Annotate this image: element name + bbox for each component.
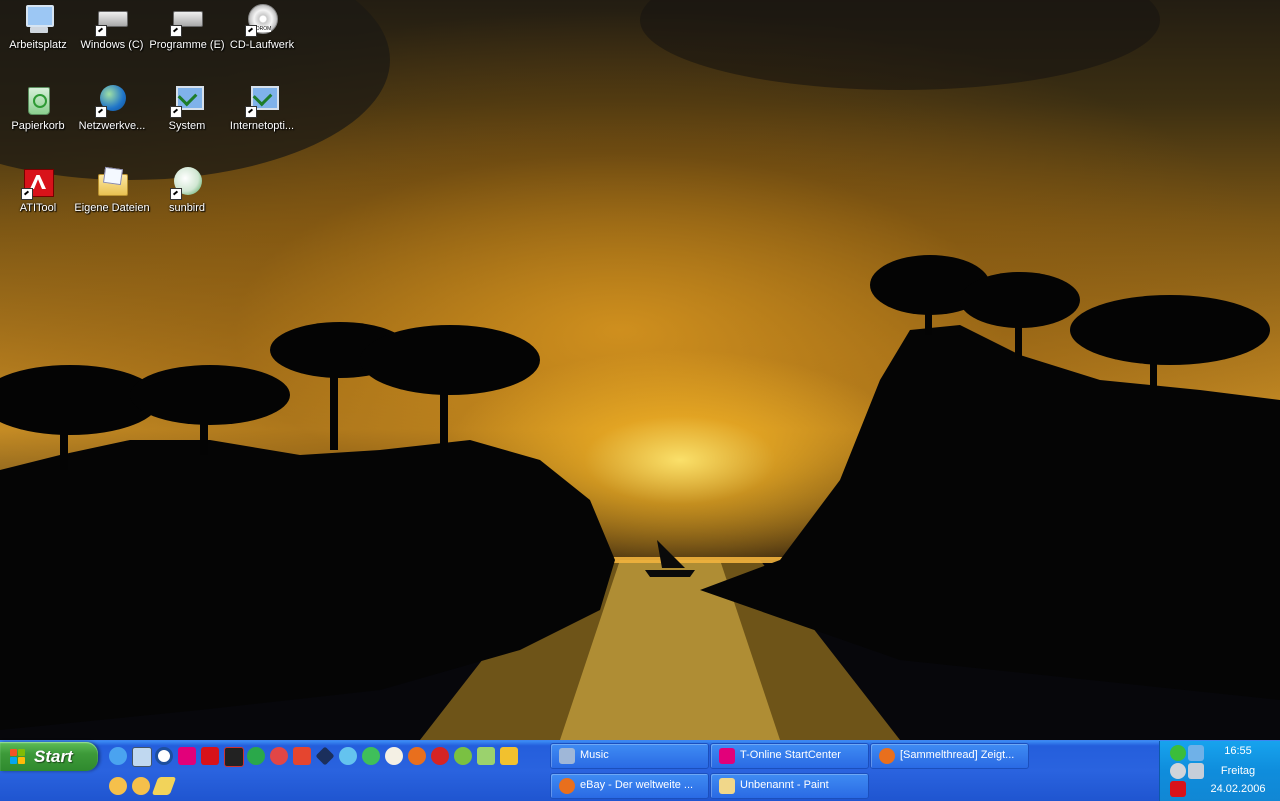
desktop-icon-atitool[interactable]: ATITool — [0, 166, 76, 215]
paint-icon — [719, 778, 735, 794]
desktop-background: Arbeitsplatz Windows (C) Programme (E) D… — [0, 0, 1280, 740]
task-t-online-startcenter[interactable]: T-Online StartCenter — [710, 743, 869, 769]
task-label: Unbenannt - Paint — [740, 779, 829, 791]
task-music[interactable]: Music — [550, 743, 709, 769]
graphics-icon[interactable] — [224, 747, 244, 767]
desktop-icon-label: Eigene Dateien — [74, 202, 150, 214]
system-tray: 16:55 Freitag 24.02.2006 — [1159, 741, 1280, 801]
hard-drive-icon — [95, 3, 129, 37]
computer-icon — [21, 3, 55, 37]
desktop-icon-internetoptionen[interactable]: Internetopti... — [224, 84, 300, 133]
music-folder-icon — [559, 748, 575, 764]
folder-icon — [95, 166, 129, 200]
t-online-icon[interactable] — [178, 747, 196, 765]
chat-icon[interactable] — [270, 747, 288, 765]
desktop-icon-label: Programme (E) — [149, 39, 225, 51]
desktop-icon-eigene-dateien[interactable]: Eigene Dateien — [74, 166, 150, 215]
mushroom-icon[interactable] — [385, 747, 403, 765]
desktop-icon-netzwerkverbindungen[interactable]: Netzwerkve... — [74, 84, 150, 133]
network-icon[interactable] — [362, 747, 380, 765]
task-ebay[interactable]: eBay - Der weltweite ... — [550, 773, 709, 799]
game-icon[interactable] — [454, 747, 472, 765]
desktop-icon-label: Internetopti... — [229, 120, 295, 132]
diamond-icon[interactable] — [315, 746, 335, 766]
shortcut-arrow-icon — [21, 188, 33, 200]
shortcut-arrow-icon — [170, 188, 182, 200]
network-globe-icon — [95, 84, 129, 118]
t-online-icon — [719, 748, 735, 764]
desktop-icon-label: Papierkorb — [11, 120, 65, 132]
desktop-icon-windows-c[interactable]: Windows (C) — [74, 3, 150, 52]
firefox-icon — [879, 748, 895, 764]
task-label: eBay - Der weltweite ... — [580, 779, 694, 791]
chat-bubble-icon[interactable] — [109, 777, 127, 795]
pencil-icon[interactable] — [151, 777, 177, 795]
hard-drive-icon — [170, 3, 204, 37]
desktop-icon-sunbird[interactable]: sunbird — [149, 166, 225, 215]
task-label: T-Online StartCenter — [740, 749, 841, 761]
folder-icon[interactable] — [500, 747, 518, 765]
start-label: Start — [34, 747, 73, 766]
start-button[interactable]: Start — [0, 742, 98, 771]
opera-icon[interactable] — [431, 747, 449, 765]
puzzle-icon[interactable] — [247, 747, 265, 765]
tray-clock-time[interactable]: 16:55 — [1198, 745, 1278, 757]
firefox-icon — [559, 778, 575, 794]
windows-logo-icon — [10, 749, 26, 765]
desktop-icon-label: Arbeitsplatz — [9, 39, 67, 51]
desktop-icon-system[interactable]: System — [149, 84, 225, 133]
firefox-icon[interactable] — [408, 747, 426, 765]
tray-clock-day: Freitag — [1220, 765, 1256, 777]
task-label: [Sammelthread] Zeigt... — [900, 749, 1015, 761]
recycle-bin-icon — [21, 84, 55, 118]
cd-rom-text: DROM — [256, 26, 272, 32]
desktop-icon-label: ATITool — [19, 202, 57, 214]
shortcut-arrow-icon — [95, 25, 107, 37]
desktop-icon-programme-e[interactable]: Programme (E) — [149, 3, 225, 52]
shortcut-arrow-icon — [170, 106, 182, 118]
shortcut-arrow-icon — [245, 106, 257, 118]
desktop-icon-cd-laufwerk[interactable]: DROM CD-Laufwerk — [224, 3, 300, 52]
desktop-icon-label: System — [168, 120, 206, 132]
shortcut-arrow-icon — [170, 25, 182, 37]
atitool-icon[interactable] — [201, 747, 219, 765]
desktop-icon-label: Netzwerkve... — [78, 120, 146, 132]
tray-clock-date: 24.02.2006 — [1210, 783, 1266, 795]
ie-icon[interactable] — [109, 747, 127, 765]
taskbar: Start Music T-Online StartCenter [Sammel… — [0, 740, 1280, 801]
sunbird-calendar-icon — [170, 166, 204, 200]
atitool-icon — [21, 166, 55, 200]
task-sammelthread[interactable]: [Sammelthread] Zeigt... — [870, 743, 1029, 769]
cd-drive-icon: DROM — [245, 3, 279, 37]
internet-options-icon — [245, 84, 279, 118]
shortcut-arrow-icon — [95, 106, 107, 118]
desktop-icon-papierkorb[interactable]: Papierkorb — [0, 84, 76, 133]
recycle-icon[interactable] — [477, 747, 495, 765]
desktop-icon-label: CD-Laufwerk — [229, 39, 295, 51]
system-monitor-icon — [170, 84, 204, 118]
desktop-icon-arbeitsplatz[interactable]: Arbeitsplatz — [0, 3, 76, 52]
desktop-icon-label: Windows (C) — [80, 39, 144, 51]
media-player-icon[interactable] — [155, 747, 173, 765]
clover-icon[interactable] — [1170, 745, 1186, 761]
msn-icon[interactable] — [339, 747, 357, 765]
shortcut-arrow-icon — [245, 25, 257, 37]
paint-icon[interactable] — [293, 747, 311, 765]
task-label: Music — [580, 749, 609, 761]
task-paint[interactable]: Unbenannt - Paint — [710, 773, 869, 799]
antivirus-icon[interactable] — [1170, 781, 1186, 797]
desktop-icon-label: sunbird — [168, 202, 206, 214]
display-icon[interactable] — [132, 747, 152, 767]
headset-icon[interactable] — [1170, 763, 1186, 779]
chat-bubble-icon[interactable] — [132, 777, 150, 795]
